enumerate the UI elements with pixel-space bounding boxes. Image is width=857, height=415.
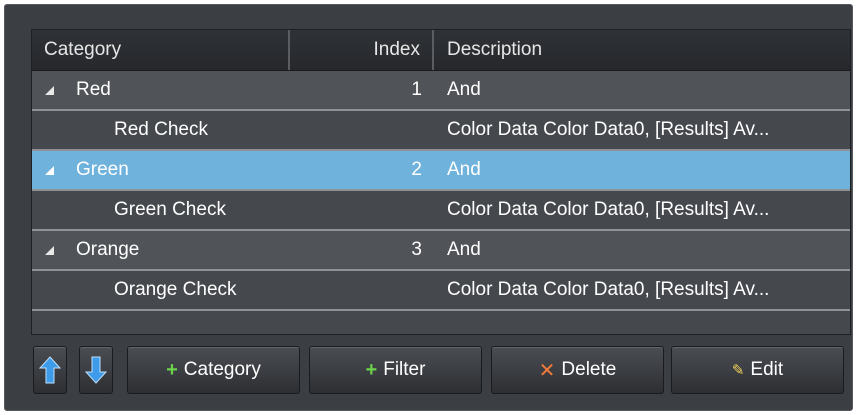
condition-panel: Category Index Description Red 1 And Red… — [4, 4, 853, 411]
table-row-orange-check[interactable]: Orange Check Color Data Color Data0, [Re… — [32, 271, 850, 311]
category-index: 1 — [411, 79, 422, 100]
table-row-green-check[interactable]: Green Check Color Data Color Data0, [Res… — [32, 191, 850, 231]
category-name: Red — [76, 79, 111, 100]
header-index[interactable]: Index — [290, 30, 434, 70]
filter-name: Green Check — [114, 199, 226, 220]
category-description: And — [447, 239, 481, 260]
delete-label: Delete — [561, 359, 617, 380]
table-row-red[interactable]: Red 1 And — [32, 71, 850, 111]
add-filter-label: Filter — [383, 359, 426, 380]
category-index: 3 — [411, 239, 422, 260]
header-description[interactable]: Description — [434, 30, 850, 70]
filter-index — [290, 271, 422, 309]
table-row-red-check[interactable]: Red Check Color Data Color Data0, [Resul… — [32, 111, 850, 151]
plus-icon: + — [166, 358, 178, 381]
delete-button[interactable]: ✕ Delete — [491, 346, 664, 394]
add-filter-button[interactable]: + Filter — [309, 346, 482, 394]
expand-triangle-icon[interactable] — [45, 166, 54, 175]
pencil-icon: ✎ — [731, 362, 745, 379]
edit-button[interactable]: ✎ Edit — [671, 346, 844, 394]
arrow-down-icon — [85, 356, 107, 384]
table-header: Category Index Description — [32, 30, 850, 71]
move-up-button[interactable] — [33, 346, 67, 394]
header-category[interactable]: Category — [32, 30, 290, 70]
filter-description: Color Data Color Data0, [Results] Av... — [447, 279, 770, 300]
delete-x-icon: ✕ — [538, 359, 556, 382]
table-row-orange[interactable]: Orange 3 And — [32, 231, 850, 271]
expand-triangle-icon[interactable] — [45, 86, 54, 95]
table-row-green[interactable]: Green 2 And — [32, 151, 850, 191]
category-name: Green — [76, 159, 129, 180]
filter-index — [290, 111, 422, 149]
category-index: 2 — [411, 159, 422, 180]
arrow-up-icon — [39, 356, 61, 384]
add-category-button[interactable]: + Category — [127, 346, 300, 394]
filter-description: Color Data Color Data0, [Results] Av... — [447, 199, 770, 220]
category-table: Category Index Description Red 1 And Red… — [31, 29, 851, 335]
category-name: Orange — [76, 239, 140, 260]
filter-name: Red Check — [114, 119, 208, 140]
expand-triangle-icon[interactable] — [45, 246, 54, 255]
move-down-button[interactable] — [79, 346, 113, 394]
filter-description: Color Data Color Data0, [Results] Av... — [447, 119, 770, 140]
filter-index — [290, 191, 422, 229]
category-description: And — [447, 79, 481, 100]
filter-name: Orange Check — [114, 279, 237, 300]
plus-icon: + — [365, 358, 378, 381]
edit-label: Edit — [750, 359, 784, 380]
add-category-label: Category — [183, 359, 261, 380]
category-description: And — [447, 159, 481, 180]
